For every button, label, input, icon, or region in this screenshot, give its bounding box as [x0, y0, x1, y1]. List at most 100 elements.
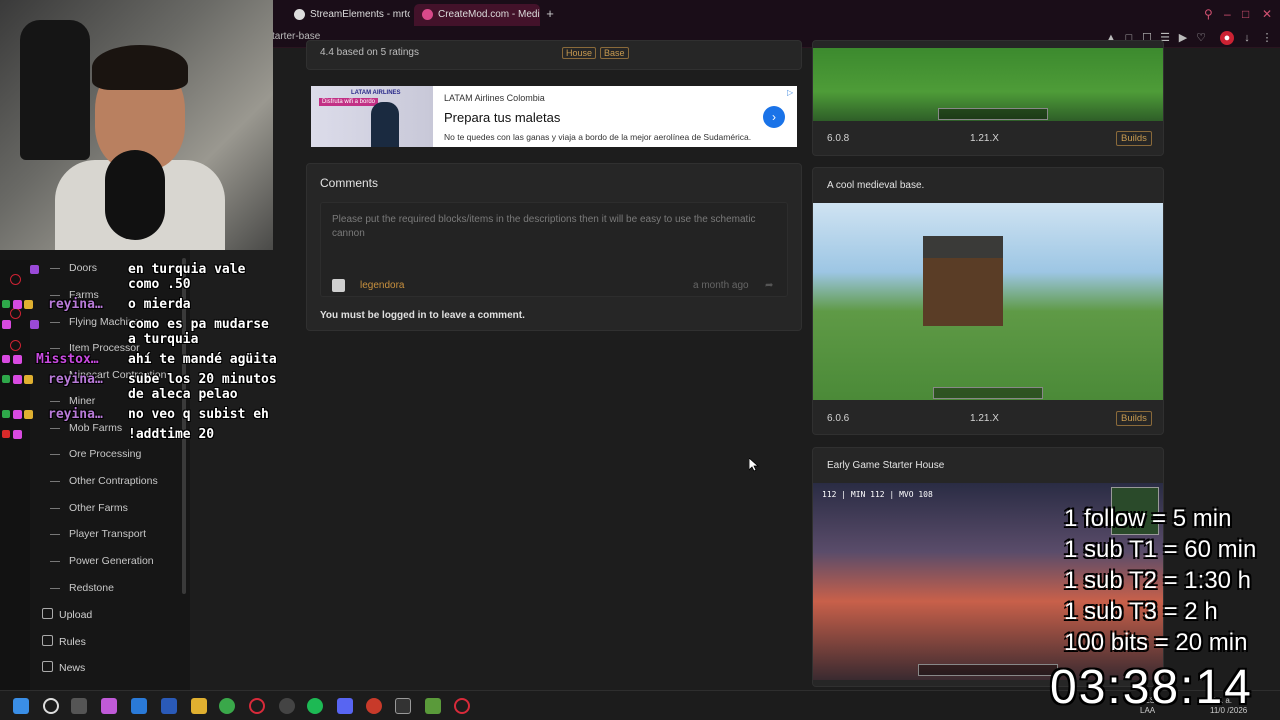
- avatar: [332, 279, 345, 292]
- chat-username[interactable]: Misstox…: [36, 352, 99, 367]
- sidebar-item-redstone[interactable]: Redstone: [50, 582, 114, 594]
- sidebar-item-upload[interactable]: Upload: [42, 608, 92, 621]
- sidebar-item-label: Other Contraptions: [69, 475, 158, 487]
- minimize-icon[interactable]: –: [1224, 8, 1231, 20]
- sidebar-item-ore-processing[interactable]: Ore Processing: [50, 448, 141, 460]
- chat-badge: [2, 300, 10, 308]
- opera-gx-icon[interactable]: [454, 698, 470, 714]
- spotify-icon[interactable]: [307, 698, 323, 714]
- sidebar-item-doors[interactable]: Doors: [50, 262, 97, 274]
- tag-house[interactable]: House: [562, 47, 597, 59]
- streamelements-icon: [294, 9, 305, 20]
- overlay-sub-t1-rate: 1 sub T1 = 60 min: [1064, 536, 1257, 563]
- sidebar-item-rules[interactable]: Rules: [42, 635, 86, 648]
- sidebar-item-label: Power Generation: [69, 555, 154, 567]
- build-tag[interactable]: Builds: [1116, 131, 1152, 146]
- sidebar-item-news[interactable]: News: [42, 661, 85, 674]
- discord-icon[interactable]: [337, 698, 353, 714]
- minecraft-icon[interactable]: [425, 698, 441, 714]
- play-icon[interactable]: ▶: [1176, 31, 1190, 45]
- screen: StreamElements - mrtoma CreateMod.com - …: [0, 0, 1280, 720]
- chat-badge: [13, 300, 22, 309]
- overlay-sub-t3-rate: 1 sub T3 = 2 h: [1064, 598, 1218, 625]
- word-icon[interactable]: [161, 698, 177, 714]
- windows-start-icon[interactable]: [13, 698, 29, 714]
- ad-body: No te quedes con las ganas y viaja a bor…: [444, 132, 752, 142]
- comment-box: Please put the required blocks/items in …: [320, 202, 788, 297]
- chat-text: como es pa mudarse a turquia: [128, 317, 269, 347]
- chat-username[interactable]: reyina…: [48, 372, 103, 387]
- mouse-cursor-icon: [749, 458, 759, 472]
- sidebar-item-mob-farms[interactable]: Mob Farms: [50, 422, 122, 434]
- overlay-bits-rate: 100 bits = 20 min: [1064, 629, 1248, 656]
- search-tabs-icon[interactable]: ⚲: [1204, 8, 1213, 20]
- sidebar-item-label: Upload: [59, 609, 93, 621]
- download-icon[interactable]: ↓: [1240, 31, 1254, 45]
- sidebar-item-label: Other Farms: [69, 502, 128, 514]
- overlay-sub-t2-rate: 1 sub T2 = 1:30 h: [1064, 567, 1252, 594]
- close-icon[interactable]: ✕: [1262, 8, 1272, 20]
- file-explorer-icon[interactable]: [191, 698, 207, 714]
- chat-badge: [2, 320, 11, 329]
- chat-username[interactable]: reyina…: [48, 297, 103, 312]
- chat-badge: [2, 355, 10, 363]
- gaming-chair: [20, 20, 90, 160]
- messenger-icon[interactable]: [10, 308, 21, 319]
- chat-badge: [2, 410, 10, 418]
- app-icon[interactable]: [366, 698, 382, 714]
- comment-text: Please put the required blocks/items in …: [332, 214, 756, 239]
- sidebar-item-label: Mob Farms: [69, 422, 123, 434]
- new-tab-button[interactable]: +: [544, 7, 556, 20]
- chat-text: ahí te mandé agüita: [128, 352, 277, 367]
- chat-badge: [2, 375, 10, 383]
- chat-text: !addtime 20: [128, 427, 215, 442]
- chat-username[interactable]: reyina…: [48, 407, 103, 422]
- login-note: You must be logged in to leave a comment…: [320, 310, 525, 321]
- tab-streamelements[interactable]: StreamElements - mrtoma: [286, 4, 410, 26]
- store-icon[interactable]: [131, 698, 147, 714]
- build-title[interactable]: Early Game Starter House: [827, 460, 944, 471]
- opera-icon[interactable]: [249, 698, 265, 714]
- search-icon[interactable]: [43, 698, 59, 714]
- obs-icon[interactable]: [279, 698, 295, 714]
- ad-banner[interactable]: LATAM AIRLINES Disfruta wifi a bordo LAT…: [311, 86, 797, 147]
- chat-badge: [13, 410, 22, 419]
- ad-brand: LATAM Airlines Colombia: [444, 93, 545, 103]
- streamer-hair: [92, 45, 188, 90]
- sidebar-item-player-transport[interactable]: Player Transport: [50, 528, 146, 540]
- chat-badge: [30, 320, 39, 329]
- copilot-icon[interactable]: [101, 698, 117, 714]
- build-title[interactable]: A cool medieval base.: [827, 180, 924, 191]
- sidebar-item-label: Player Transport: [69, 528, 147, 540]
- sidebar-item-miner[interactable]: Miner: [50, 395, 95, 407]
- extension-icon[interactable]: ●: [1220, 31, 1234, 45]
- ad-choices-icon[interactable]: ▷: [787, 88, 793, 97]
- maximize-icon[interactable]: □: [1242, 8, 1249, 20]
- rating-text: 4.4 based on 5 ratings: [320, 47, 419, 58]
- comment-author[interactable]: legendora: [360, 280, 404, 291]
- instagram-icon[interactable]: [10, 340, 21, 351]
- share-icon[interactable]: ➦: [765, 280, 773, 291]
- chat-text: o mierda: [128, 297, 191, 312]
- build-version: 6.0.6: [827, 413, 850, 424]
- sidebar-item-other-farms[interactable]: Other Farms: [50, 502, 128, 514]
- ad-title[interactable]: Prepara tus maletas: [444, 110, 560, 125]
- heart-icon[interactable]: ♡: [1194, 31, 1208, 45]
- menu-icon[interactable]: ⋮: [1260, 31, 1274, 45]
- build-tag[interactable]: Builds: [1116, 411, 1152, 426]
- sidebar-item-other-contraptions[interactable]: Other Contraptions: [50, 475, 158, 487]
- chrome-icon[interactable]: [219, 698, 235, 714]
- terminal-icon[interactable]: [395, 698, 411, 714]
- sidebar-item-power-generation[interactable]: Power Generation: [50, 555, 154, 567]
- ad-arrow-button[interactable]: ›: [763, 106, 785, 128]
- headset-mic: [105, 150, 165, 240]
- task-view-icon[interactable]: [71, 698, 87, 714]
- record-icon[interactable]: [10, 274, 21, 285]
- chat-badge: [2, 430, 10, 438]
- createmod-icon: [422, 9, 433, 20]
- news-icon: [42, 661, 53, 672]
- chat-badge: [24, 300, 33, 309]
- tab-createmod[interactable]: CreateMod.com - Medieva: [414, 4, 540, 26]
- tag-base[interactable]: Base: [600, 47, 629, 59]
- sidebar-item-label: Miner: [69, 395, 96, 407]
